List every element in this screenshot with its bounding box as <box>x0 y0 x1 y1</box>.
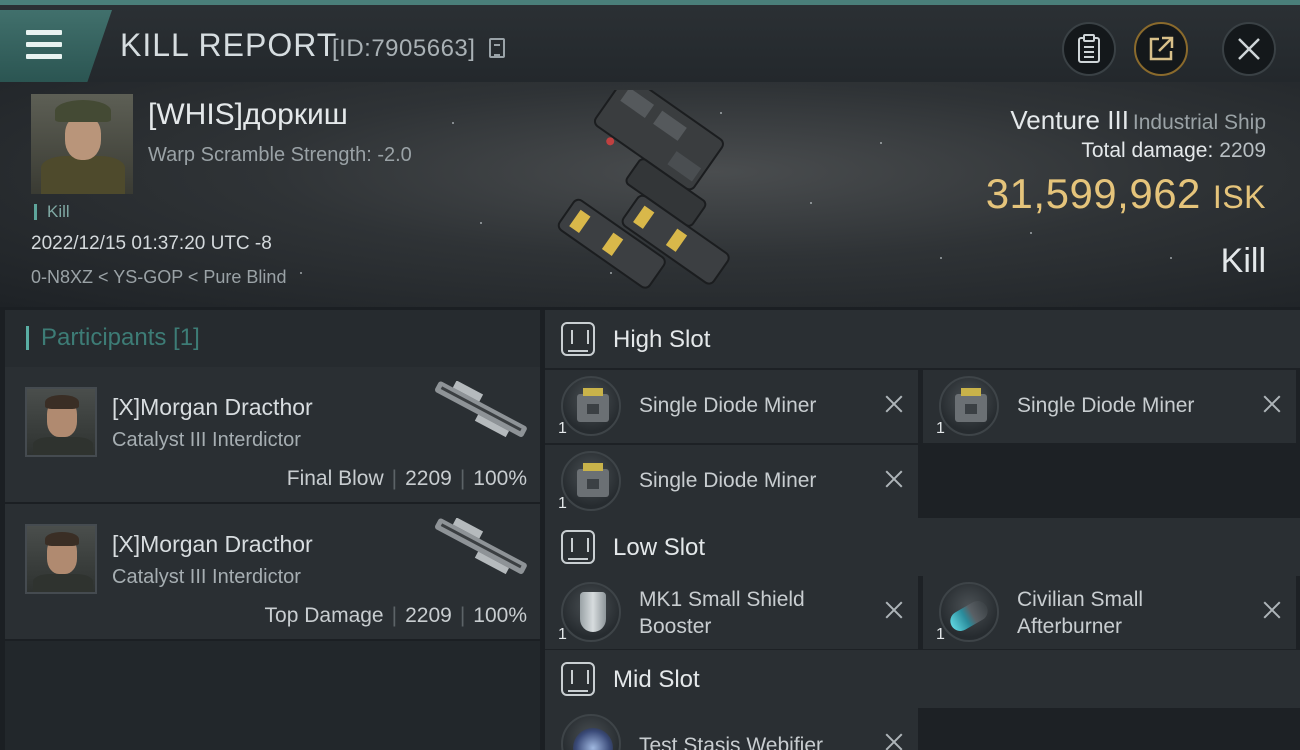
kill-result: Kill <box>1220 242 1266 280</box>
share-button[interactable] <box>1134 22 1188 76</box>
clipboard-icon <box>1078 34 1100 63</box>
module-name-line: Booster <box>639 615 712 638</box>
stat-divider: | <box>391 604 398 627</box>
isk-unit: ISK <box>1212 179 1266 215</box>
victim-panel: [WHIS]доркиш Warp Scramble Strength: -2.… <box>0 82 1300 307</box>
module-item[interactable]: 1 Single Diode Miner <box>923 370 1296 443</box>
module-name: MK1 Small Shield Booster <box>639 586 805 640</box>
fitting-panel: High Slot 1 Single Diode Miner 1 Single … <box>545 310 1300 750</box>
victim-ship-class: Industrial Ship <box>1132 111 1266 134</box>
kill-timestamp: 2022/12/15 01:37:20 UTC -8 <box>31 233 272 254</box>
module-quantity: 1 <box>558 420 567 437</box>
module-item[interactable]: 1 Civilian Small Afterburner <box>923 576 1296 649</box>
module-quantity: 1 <box>558 626 567 643</box>
destroyed-x-icon <box>884 732 904 750</box>
copy-icon[interactable] <box>489 38 505 58</box>
module-quantity: 1 <box>936 626 945 643</box>
shield-booster-icon <box>561 582 621 642</box>
low-slot-label: Low Slot <box>613 534 706 561</box>
module-name: Single Diode Miner <box>639 469 817 492</box>
low-slot-header: Low Slot <box>545 518 1300 576</box>
victim-ship-name: Venture III <box>1010 105 1129 135</box>
victim-ship[interactable]: Venture III Industrial Ship <box>1010 105 1266 136</box>
hamburger-icon[interactable] <box>26 30 62 60</box>
header-bar: KILL REPORT [ID:7905663] <box>0 0 1300 82</box>
participant-row[interactable]: [X]Morgan Dracthor Catalyst III Interdic… <box>5 367 540 504</box>
participant-stats: Top Damage | 2209 | 100% <box>265 604 527 628</box>
module-name-line: Civilian Small <box>1017 588 1144 611</box>
participants-header: Participants [1] <box>5 310 540 367</box>
participant-stats: Final Blow | 2209 | 100% <box>287 467 527 491</box>
destroyed-x-icon <box>1262 600 1282 620</box>
module-name-line: Afterburner <box>1017 615 1123 638</box>
module-item[interactable]: 1 Single Diode Miner <box>545 370 918 443</box>
participant-role: Final Blow <box>286 467 384 490</box>
clipboard-button[interactable] <box>1062 22 1116 76</box>
stat-divider: | <box>459 467 466 490</box>
total-damage: Total damage: 2209 <box>1081 139 1266 163</box>
warp-scramble-strength: Warp Scramble Strength: -2.0 <box>148 144 412 166</box>
stasis-webifier-icon <box>561 714 621 750</box>
victim-ship-image[interactable] <box>532 90 772 300</box>
module-name: Single Diode Miner <box>1017 394 1195 417</box>
high-slot-header: High Slot <box>545 310 1300 368</box>
miner-icon <box>939 376 999 436</box>
share-icon <box>1149 36 1174 61</box>
module-item[interactable]: 1 Single Diode Miner <box>545 445 918 518</box>
participant-damage: 2209 <box>405 467 452 490</box>
close-icon <box>1238 38 1260 60</box>
module-name: Single Diode Miner <box>639 394 817 417</box>
participants-panel: Participants [1] [X]Morgan Dracthor Cata… <box>5 310 540 750</box>
module-item[interactable]: 1 MK1 Small Shield Booster <box>545 576 918 649</box>
page-title: KILL REPORT <box>120 27 338 63</box>
isk-amount: 31,599,962 <box>985 170 1201 217</box>
destroyed-x-icon <box>884 600 904 620</box>
participant-ship-image <box>435 518 527 575</box>
participants-title: Participants [1] <box>26 326 200 350</box>
module-name: Test Stasis Webifier <box>639 734 824 750</box>
participant-name[interactable]: [X]Morgan Dracthor <box>112 531 313 558</box>
participant-avatar[interactable] <box>25 524 97 594</box>
miner-icon <box>561 451 621 511</box>
participant-ship: Catalyst III Interdictor <box>112 566 301 588</box>
destroyed-x-icon <box>1262 394 1282 414</box>
stat-divider: | <box>459 604 466 627</box>
module-quantity: 1 <box>936 420 945 437</box>
participant-percent: 100% <box>473 604 527 627</box>
module-item[interactable]: 1 Test Stasis Webifier <box>545 708 918 750</box>
victim-pilot-name[interactable]: [WHIS]доркиш <box>148 98 348 132</box>
victim-portrait[interactable] <box>31 94 133 194</box>
module-name-line: MK1 Small Shield <box>639 588 805 611</box>
report-id: [ID:7905663] <box>332 35 476 62</box>
mid-slot-label: Mid Slot <box>613 666 700 693</box>
high-slot-icon <box>561 322 595 356</box>
total-damage-value: 2209 <box>1219 139 1266 162</box>
isk-value: 31,599,962 ISK <box>986 170 1266 218</box>
high-slot-label: High Slot <box>613 326 711 353</box>
stat-divider: | <box>391 467 398 490</box>
participant-row[interactable]: [X]Morgan Dracthor Catalyst III Interdic… <box>5 504 540 641</box>
mid-slot-header: Mid Slot <box>545 650 1300 708</box>
menu-button[interactable] <box>0 10 112 82</box>
participant-name[interactable]: [X]Morgan Dracthor <box>112 394 313 421</box>
destroyed-x-icon <box>884 469 904 489</box>
miner-icon <box>561 376 621 436</box>
afterburner-icon <box>939 582 999 642</box>
module-name: Civilian Small Afterburner <box>1017 586 1143 640</box>
participant-ship-image <box>435 381 527 438</box>
participant-ship: Catalyst III Interdictor <box>112 429 301 451</box>
close-button[interactable] <box>1222 22 1276 76</box>
participant-role: Top Damage <box>264 604 384 627</box>
total-damage-label: Total damage: <box>1081 139 1214 162</box>
kill-tag: Kill <box>34 203 70 220</box>
participant-damage: 2209 <box>405 604 452 627</box>
mid-slot-icon <box>561 662 595 696</box>
module-quantity: 1 <box>558 495 567 512</box>
low-slot-icon <box>561 530 595 564</box>
kill-location[interactable]: 0-N8XZ < YS-GOP < Pure Blind <box>31 267 286 288</box>
participant-avatar[interactable] <box>25 387 97 457</box>
destroyed-x-icon <box>884 394 904 414</box>
participant-percent: 100% <box>473 467 527 490</box>
